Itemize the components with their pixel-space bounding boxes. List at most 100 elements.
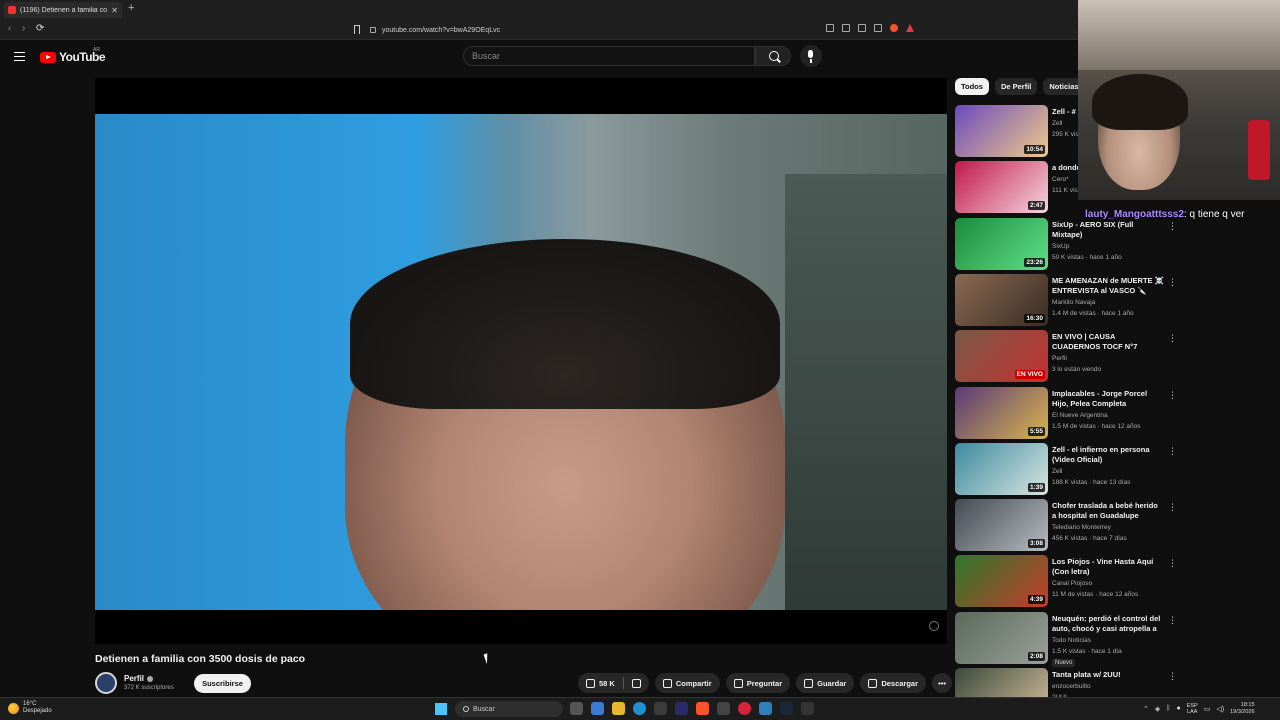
chip-de-perfil[interactable]: De Perfil <box>994 78 1038 95</box>
network-icon[interactable]: ◈ <box>1155 705 1160 713</box>
channel-avatar[interactable] <box>95 672 117 694</box>
recommendation-thumbnail[interactable]: 10:54 <box>955 105 1048 157</box>
recommendation-title[interactable]: Neuquén: perdió el control del auto, cho… <box>1052 614 1164 634</box>
file-explorer-icon[interactable] <box>612 702 625 715</box>
steam-icon[interactable] <box>780 702 793 715</box>
tray-chevron-icon[interactable]: ⌃ <box>1143 705 1149 713</box>
search-button[interactable] <box>755 46 791 66</box>
recommendation-title[interactable]: EN VIVO | CAUSA CUADERNOS TOCF N°7 <box>1052 332 1164 352</box>
brave-shields-icon[interactable] <box>890 24 898 32</box>
share-button[interactable]: Compartir <box>654 673 720 693</box>
like-button[interactable]: 58 K <box>578 673 623 693</box>
zoom-icon[interactable] <box>842 24 850 32</box>
recommendation-channel[interactable]: Zell <box>1052 120 1062 127</box>
more-options-icon[interactable] <box>1168 277 1177 288</box>
app-mw-icon[interactable] <box>717 702 730 715</box>
more-options-icon[interactable] <box>1168 333 1177 344</box>
recommendation-title[interactable]: SixUp - AERO SIX (Full Mixtape) <box>1052 220 1164 240</box>
more-options-icon[interactable] <box>1168 446 1177 457</box>
chip-todos[interactable]: Todos <box>955 78 989 95</box>
recommendation-item[interactable]: 4:39 Los Piojos - Vine Hasta Aquí (Con le… <box>955 555 1180 607</box>
app-fe-icon[interactable] <box>675 702 688 715</box>
site-info-icon[interactable] <box>370 27 376 33</box>
dislike-button[interactable] <box>624 673 649 693</box>
app-blue-icon[interactable] <box>759 702 772 715</box>
language-indicator[interactable]: ESP LAA <box>1187 703 1198 715</box>
video-frame[interactable] <box>95 114 947 610</box>
hamburger-menu-icon[interactable] <box>14 52 25 61</box>
more-options-icon[interactable] <box>1168 390 1177 401</box>
brave-rewards-icon[interactable] <box>906 24 914 32</box>
video-player[interactable] <box>95 78 947 644</box>
subscribe-button[interactable]: Suscribirse <box>194 674 251 693</box>
channel-name-row[interactable]: Perfil <box>124 674 154 683</box>
screen-cast-icon[interactable] <box>826 24 834 32</box>
recommendation-thumbnail[interactable]: 16:30 <box>955 274 1048 326</box>
recommendation-thumbnail[interactable]: 3:08 <box>955 499 1048 551</box>
more-options-icon[interactable] <box>1168 221 1177 232</box>
recommendation-title[interactable]: Chofer traslada a bebé herido a hospital… <box>1052 501 1164 521</box>
recommendation-item[interactable]: 3:08 Chofer traslada a bebé herido a hosp… <box>955 499 1180 551</box>
recommendation-item[interactable]: 23:26 SixUp - AERO SIX (Full Mixtape) SixU… <box>955 218 1180 270</box>
more-options-icon[interactable] <box>1168 671 1177 682</box>
recommendation-channel[interactable]: Markito Navaja <box>1052 299 1095 306</box>
recommendation-channel[interactable]: Zell <box>1052 468 1062 475</box>
recommendation-title[interactable]: Zell - el infierno en persona (Video Ofi… <box>1052 445 1164 465</box>
recommendation-channel[interactable]: enzocerbulito <box>1052 683 1091 690</box>
share-page-icon[interactable] <box>858 24 866 32</box>
more-actions-button[interactable]: ••• <box>932 673 953 693</box>
channel-name[interactable]: Perfil <box>124 674 144 683</box>
search-input[interactable] <box>472 51 754 61</box>
recommendation-thumbnail[interactable]: 1:39 <box>955 443 1048 495</box>
recommendation-item[interactable]: 1:39 Zell - el infierno en persona (Video… <box>955 443 1180 495</box>
reload-icon[interactable]: ⟳ <box>36 23 44 34</box>
forward-icon[interactable]: › <box>22 23 25 34</box>
recommendation-title[interactable]: Implacables - Jorge Porcel Hijo, Pelea C… <box>1052 389 1164 409</box>
close-tab-icon[interactable]: ✕ <box>111 6 118 15</box>
widgets-icon[interactable] <box>591 702 604 715</box>
recommendation-channel[interactable]: Canal Piojoso <box>1052 580 1092 587</box>
download-button[interactable]: Descargar <box>860 673 927 693</box>
task-view-icon[interactable] <box>570 702 583 715</box>
recommendation-thumbnail[interactable]: 2:47 <box>955 161 1048 213</box>
search-box[interactable] <box>463 46 755 66</box>
url-text[interactable]: youtube.com/watch?v=bwA29OEqLvc <box>382 27 500 34</box>
extension-icon[interactable] <box>874 24 882 32</box>
browser-tab[interactable]: (1196) Detienen a familia con ✕ <box>4 2 122 18</box>
more-options-icon[interactable] <box>1168 615 1177 626</box>
back-icon[interactable]: ‹ <box>8 23 11 34</box>
recommendation-item[interactable]: 2:08 Neuquén: perdió el control del auto,… <box>955 612 1180 667</box>
taskbar-search[interactable]: Buscar <box>455 701 563 717</box>
recommendation-thumbnail[interactable]: 2:08 <box>955 612 1048 664</box>
app-red-circle-icon[interactable] <box>738 702 751 715</box>
recommendation-channel[interactable]: Todo Noticias <box>1052 637 1091 644</box>
recommendation-channel[interactable]: Telediario Monterrey <box>1052 524 1111 531</box>
recommendation-title[interactable]: ME AMENAZAN de MUERTE ☠️ ENTREVISTA al V… <box>1052 276 1164 296</box>
calculator-icon[interactable] <box>654 702 667 715</box>
brave-browser-icon[interactable] <box>696 702 709 715</box>
bluetooth-icon[interactable]: ᛒ <box>1166 705 1170 712</box>
recommendation-channel[interactable]: El Nueve Argentina <box>1052 412 1108 419</box>
recommendation-item[interactable]: 5:55 Implacables - Jorge Porcel Hijo, Pel… <box>955 387 1180 439</box>
recommendation-thumbnail[interactable]: 4:39 <box>955 555 1048 607</box>
weather-widget[interactable]: 16°C Despejado <box>8 701 52 715</box>
edge-icon[interactable] <box>633 702 646 715</box>
obs-icon[interactable] <box>801 702 814 715</box>
recommendation-thumbnail[interactable]: 5:55 <box>955 387 1048 439</box>
save-button[interactable]: Guardar <box>796 673 855 693</box>
recommendation-item[interactable]: EN VIVO EN VIVO | CAUSA CUADERNOS TOCF N°… <box>955 330 1180 382</box>
ask-button[interactable]: Preguntar <box>725 673 791 693</box>
more-options-icon[interactable] <box>1168 558 1177 569</box>
clock[interactable]: 18:15 19/3/2026 <box>1230 702 1254 715</box>
bookmark-icon[interactable] <box>354 25 360 34</box>
recommendation-channel[interactable]: Perfil <box>1052 355 1067 362</box>
recommendation-title[interactable]: Tanta plata w/ 2UU! <box>1052 670 1164 680</box>
recommendation-thumbnail[interactable]: 23:26 <box>955 218 1048 270</box>
windows-start-icon[interactable] <box>435 703 447 715</box>
display-icon[interactable]: ▭ <box>1204 705 1211 713</box>
more-options-icon[interactable] <box>1168 502 1177 513</box>
recommendation-title[interactable]: Los Piojos - Vine Hasta Aquí (Con letra) <box>1052 557 1164 577</box>
recommendation-channel[interactable]: Cero* <box>1052 176 1069 183</box>
recommendation-thumbnail[interactable]: EN VIVO <box>955 330 1048 382</box>
mic-tray-icon[interactable]: ● <box>1176 705 1180 712</box>
